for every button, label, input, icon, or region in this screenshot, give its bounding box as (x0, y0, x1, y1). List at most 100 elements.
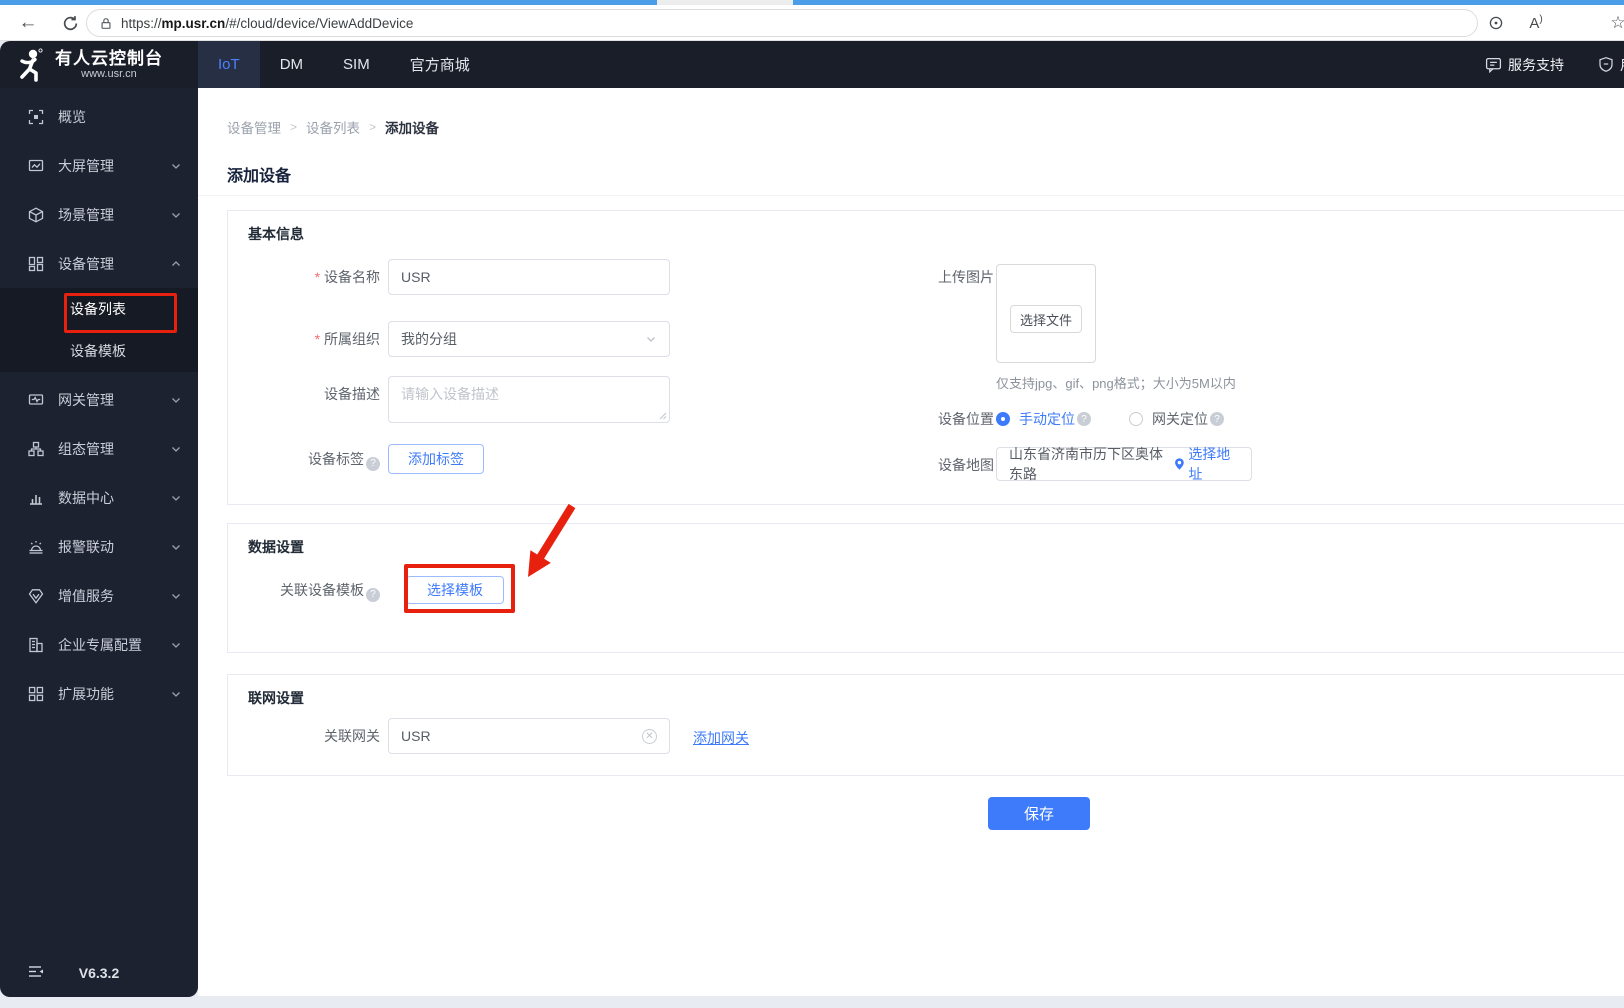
sidebar-footer: V6.3.2 (0, 961, 198, 987)
data-settings-title: 数据设置 (248, 539, 304, 555)
sidebar-item-scene[interactable]: 场景管理 (0, 190, 198, 239)
sidebar-item-extensions[interactable]: 扩展功能 (0, 669, 198, 718)
breadcrumb: 设备管理 > 设备列表 > 添加设备 (227, 117, 439, 137)
tab-dm[interactable]: DM (260, 41, 323, 88)
tab-official-mall[interactable]: 官方商城 (390, 41, 490, 88)
device-dashboard-icon (28, 256, 44, 271)
location-icon[interactable] (1482, 9, 1510, 37)
device-tag-label: 设备标签? (228, 449, 380, 471)
sidebar-item-configuration[interactable]: 组态管理 (0, 424, 198, 473)
upload-image-box[interactable]: 选择文件 (996, 264, 1096, 363)
breadcrumb-separator: > (290, 120, 298, 134)
breadcrumb-current: 添加设备 (385, 121, 440, 136)
network-settings-title: 联网设置 (248, 690, 304, 706)
app-logo[interactable]: 有人云控制台 www.usr.cn (0, 41, 198, 88)
help-icon[interactable]: ? (1077, 412, 1091, 426)
usr-person-logo-icon (20, 47, 43, 82)
back-icon[interactable]: ← (14, 9, 42, 37)
sidebar-item-enterprise[interactable]: 企业专属配置 (0, 620, 198, 669)
grid-icon (28, 686, 44, 701)
sidebar-item-bigscreen[interactable]: 大屏管理 (0, 141, 198, 190)
top-nav-tabs: IoT DM SIM 官方商城 (198, 41, 490, 88)
chevron-down-icon (170, 209, 182, 221)
browser-toolbar: ← https://mp.usr.cn/#/cloud/device/ViewA… (0, 5, 1624, 41)
basic-info-title: 基本信息 (248, 226, 304, 242)
scene-cube-icon (28, 206, 44, 223)
help-icon[interactable]: ? (366, 457, 380, 471)
network-settings-card: 联网设置 关联网关 USR ✕ 添加网关 (227, 674, 1624, 776)
sidebar-item-alarm[interactable]: 报警联动 (0, 522, 198, 571)
manual-location-option[interactable]: 手动定位 (1019, 409, 1075, 429)
add-tag-button[interactable]: 添加标签 (388, 444, 484, 474)
page-title: 添加设备 (227, 168, 292, 185)
lock-icon (101, 17, 111, 29)
choose-address-link[interactable]: 选择地址 (1174, 444, 1239, 484)
title-divider (198, 195, 1624, 196)
gateway-location-radio[interactable] (1129, 412, 1143, 426)
clear-input-icon[interactable]: ✕ (642, 728, 657, 744)
device-description-textarea[interactable]: 请输入设备描述 (388, 376, 670, 423)
device-name-label: 设备名称 (228, 267, 380, 287)
breadcrumb-device-list[interactable]: 设备列表 (306, 117, 360, 137)
chevron-down-icon (645, 333, 657, 345)
sidebar-item-device[interactable]: 设备管理 (0, 239, 198, 288)
related-gateway-input[interactable]: USR ✕ (388, 718, 670, 754)
upload-image-label: 上传图片 (938, 269, 994, 285)
help-icon[interactable]: ? (366, 588, 380, 602)
map-pin-icon (1175, 458, 1185, 470)
url-text: https://mp.usr.cn/#/cloud/device/ViewAdd… (121, 15, 414, 31)
sidebar-item-overview[interactable]: 概览 (0, 92, 198, 141)
sidebar-item-datacenter[interactable]: 数据中心 (0, 473, 198, 522)
device-description-label: 设备描述 (324, 386, 380, 402)
service-support-button[interactable]: 服务支持 (1485, 55, 1564, 75)
app-top-nav: 有人云控制台 www.usr.cn IoT DM SIM 官方商城 (0, 41, 1624, 88)
tab-sim[interactable]: SIM (323, 41, 390, 88)
upload-hint: 仅支持jpg、gif、png格式；大小为5M以内 (996, 376, 1236, 391)
sidebar: 概览 大屏管理 场景管理 设备管理 设备列表 设备模板 网关管理 组态管理 数据… (0, 88, 198, 997)
data-settings-card: 数据设置 关联设备模板? 选择模板 (227, 523, 1624, 653)
chevron-up-icon (170, 258, 182, 270)
main-content: 设备管理 > 设备列表 > 添加设备 添加设备 基本信息 设备名称 所属组织 我… (198, 88, 1624, 996)
save-button[interactable]: 保存 (988, 797, 1090, 830)
app-subtitle: www.usr.cn (81, 68, 137, 80)
device-template-label: 关联设备模板? (228, 580, 380, 602)
sidebar-item-device-template[interactable]: 设备模板 (0, 330, 198, 372)
top-nav-right: 服务支持 用户 (1485, 41, 1624, 88)
user-menu-button[interactable]: 用户 (1598, 55, 1624, 75)
breadcrumb-device-management[interactable]: 设备管理 (227, 117, 281, 137)
bar-chart-icon (30, 494, 42, 505)
device-location-label: 设备位置 (938, 411, 994, 427)
sidebar-item-value-added[interactable]: 增值服务 (0, 571, 198, 620)
chevron-down-icon (170, 639, 182, 651)
chevron-down-icon (170, 541, 182, 553)
sidebar-item-gateway[interactable]: 网关管理 (0, 375, 198, 424)
manual-location-radio[interactable] (996, 412, 1010, 426)
overview-icon (28, 109, 44, 124)
choose-template-button[interactable]: 选择模板 (406, 576, 504, 604)
device-name-input[interactable] (388, 259, 670, 295)
favorites-star-icon[interactable]: ☆ (1604, 9, 1624, 37)
device-location-options: 手动定位 ? 网关定位 ? (996, 409, 1224, 429)
app-version: V6.3.2 (78, 965, 120, 981)
sidebar-item-device-list[interactable]: 设备列表 (0, 288, 198, 330)
related-gateway-label: 关联网关 (324, 728, 380, 744)
chevron-down-icon (170, 590, 182, 602)
gateway-icon (28, 393, 44, 405)
device-map-input[interactable]: 山东省济南市历下区奥体东路 选择地址 (996, 444, 1252, 484)
read-aloud-icon[interactable]: A) (1522, 9, 1550, 37)
add-gateway-link[interactable]: 添加网关 (693, 728, 749, 748)
basic-info-card: 基本信息 设备名称 所属组织 我的分组 设备描述 请输入设备描述 设备标签? 添… (227, 210, 1624, 505)
chevron-down-icon (170, 492, 182, 504)
device-map-label: 设备地图 (938, 457, 994, 473)
resize-handle[interactable] (659, 412, 667, 420)
address-bar[interactable]: https://mp.usr.cn/#/cloud/device/ViewAdd… (86, 9, 1478, 37)
organization-select[interactable]: 我的分组 (388, 321, 670, 357)
refresh-icon[interactable] (56, 9, 84, 37)
breadcrumb-separator: > (369, 120, 377, 134)
gateway-location-option[interactable]: 网关定位 (1152, 409, 1208, 429)
building-icon (29, 637, 43, 652)
tab-iot[interactable]: IoT (198, 41, 260, 88)
choose-file-button[interactable]: 选择文件 (1010, 305, 1082, 333)
help-icon[interactable]: ? (1210, 412, 1224, 426)
chevron-down-icon (170, 688, 182, 700)
